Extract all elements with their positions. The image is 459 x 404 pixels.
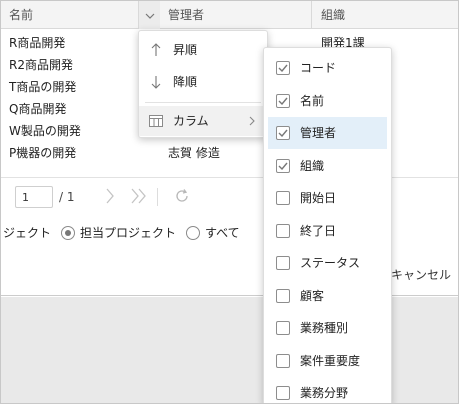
chevron-right-icon	[249, 106, 255, 136]
cell-name: Q商品開発	[9, 102, 67, 116]
column-toggle-label: 顧客	[300, 288, 325, 303]
next-page-button[interactable]	[99, 186, 121, 208]
checkmark-icon	[278, 162, 288, 170]
column-toggle-label: ステータス	[300, 256, 361, 270]
double-chevron-right-icon	[130, 188, 148, 207]
cell-name: P機器の開発	[9, 146, 77, 160]
refresh-button[interactable]	[171, 186, 193, 208]
radio-label-all[interactable]: すべて	[205, 219, 240, 247]
checkbox-checked[interactable]	[276, 61, 290, 75]
menu-item-label: 降順	[173, 75, 198, 89]
column-toggle-item[interactable]: 組織	[268, 150, 387, 182]
column-menu-trigger[interactable]	[138, 1, 160, 29]
sort-descending-item[interactable]: 降順	[139, 67, 267, 97]
checkbox-unchecked[interactable]	[276, 386, 290, 400]
column-header-name[interactable]: 名前	[1, 1, 138, 29]
app-window: 名前 管理者 組織 R商品開発 開発1課 R2商品開発 T商品の開発 Q商品開発…	[0, 0, 459, 404]
radio-label-assigned[interactable]: 担当プロジェクト	[80, 219, 176, 247]
column-toggle-label: 開始日	[300, 191, 337, 205]
column-header-manager[interactable]: 管理者	[160, 1, 310, 29]
column-toggle-item[interactable]: コード	[268, 52, 387, 84]
arrow-down-icon	[149, 67, 163, 97]
column-header-label: 管理者	[168, 8, 205, 22]
page-total: / 1	[59, 190, 75, 204]
column-toggle-item[interactable]: 業務種別	[268, 312, 387, 344]
cell-name: R2商品開発	[9, 58, 73, 72]
columns-submenu: コード名前管理者組織開始日終了日ステータス顧客業務種別案件重要度業務分野	[263, 47, 392, 403]
checkmark-icon	[278, 64, 288, 72]
grid-header: 名前 管理者 組織	[1, 1, 458, 29]
columns-icon	[149, 106, 163, 136]
checkbox-unchecked[interactable]	[276, 256, 290, 270]
chevron-right-icon	[105, 188, 115, 207]
column-toggle-label: 名前	[300, 93, 325, 108]
checkmark-icon	[278, 97, 288, 105]
column-toggle-label: 終了日	[300, 223, 337, 238]
column-toggle-item[interactable]: 案件重要度	[268, 345, 387, 377]
column-toggle-label: 管理者	[300, 126, 337, 140]
column-toggle-item[interactable]: 顧客	[268, 280, 387, 312]
cell-manager: 志賀 修造	[168, 146, 220, 160]
column-header-org[interactable]: 組織	[313, 1, 458, 29]
column-toggle-label: 業務分野	[300, 386, 349, 400]
column-toggle-item[interactable]: 終了日	[268, 215, 387, 247]
checkmark-icon	[278, 129, 288, 137]
arrow-up-icon	[149, 35, 163, 65]
cancel-button[interactable]: キャンセル	[391, 264, 451, 286]
column-toggle-label: コード	[300, 61, 337, 75]
column-header-label: 名前	[9, 8, 34, 22]
radio-all-projects[interactable]	[186, 226, 200, 240]
columns-menu-item[interactable]: カラム	[139, 106, 267, 136]
column-header-label: 組織	[321, 8, 346, 22]
menu-item-label: 昇順	[173, 43, 198, 57]
last-page-button[interactable]	[128, 186, 150, 208]
checkbox-unchecked[interactable]	[276, 191, 290, 205]
radio-assigned-projects[interactable]	[61, 226, 75, 240]
column-toggle-label: 業務種別	[300, 321, 349, 335]
chevron-down-icon	[145, 8, 155, 22]
column-toggle-item[interactable]: 管理者	[268, 117, 387, 149]
checkbox-unchecked[interactable]	[276, 288, 290, 303]
sort-menu: 昇順 降順 カラム	[138, 30, 268, 138]
column-toggle-item[interactable]: 業務分野	[268, 377, 387, 403]
checkbox-checked[interactable]	[276, 126, 290, 140]
refresh-icon	[174, 188, 190, 207]
menu-item-label: カラム	[173, 114, 209, 128]
toolbar-divider	[157, 188, 158, 206]
column-divider[interactable]	[311, 1, 312, 29]
cell-name: R商品開発	[9, 36, 66, 50]
sort-ascending-item[interactable]: 昇順	[139, 35, 267, 65]
column-toggle-label: 組織	[300, 158, 325, 173]
column-toggle-item[interactable]: ステータス	[268, 247, 387, 279]
cell-name: W製品の開発	[9, 124, 81, 138]
column-toggle-item[interactable]: 名前	[268, 85, 387, 117]
column-toggle-item[interactable]: 開始日	[268, 182, 387, 214]
checkbox-unchecked[interactable]	[276, 223, 290, 238]
column-toggle-label: 案件重要度	[300, 353, 361, 368]
menu-divider	[145, 102, 261, 103]
checkbox-checked[interactable]	[276, 158, 290, 173]
cell-name: T商品の開発	[9, 80, 77, 94]
page-number-input[interactable]	[15, 186, 53, 208]
checkbox-unchecked[interactable]	[276, 353, 290, 368]
checkbox-unchecked[interactable]	[276, 321, 290, 335]
filter-prefix-label: ジェクト	[3, 226, 52, 240]
checkbox-checked[interactable]	[276, 93, 290, 108]
